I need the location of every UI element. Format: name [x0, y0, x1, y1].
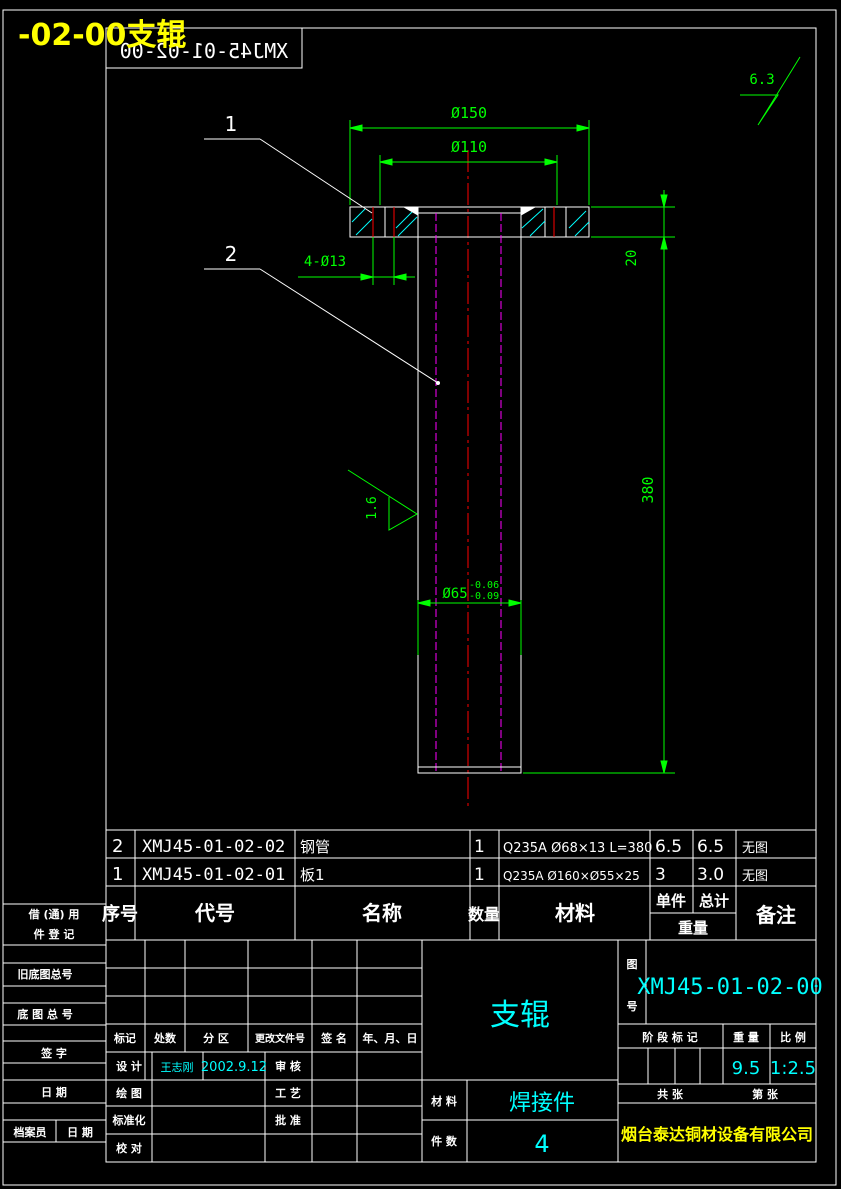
bom-row2-unit-w: 3: [655, 865, 666, 885]
tb-rev-sign: 签 名: [320, 1031, 347, 1045]
bom-header-weight: 重量: [678, 919, 708, 937]
tb-weight: 9.5: [732, 1058, 761, 1079]
left-base: 底 图 总 号: [17, 1007, 73, 1021]
left-borrow2: 件 登 记: [34, 927, 75, 941]
bom-row1-note: 无图: [742, 841, 768, 856]
tb-draw-label: 绘 图: [116, 1086, 142, 1100]
bom-row1-no: 2: [112, 836, 123, 857]
dim-tol-lower: -0.09: [469, 591, 499, 602]
roughness-value-top: 6.3: [749, 72, 774, 88]
bom-header-material: 材料: [555, 901, 595, 925]
flange: [349, 206, 590, 238]
left-date: 日 期: [41, 1085, 67, 1099]
drawing-canvas: XMJ45-01-02-00 -02-00支辊 6.3 Ø150 Ø110 4-…: [2, 9, 837, 1186]
dim-bolt-circle-text: Ø110: [451, 138, 487, 156]
tb-review-label: 审 核: [275, 1059, 301, 1073]
leader-part1: [204, 138, 373, 214]
bom-header-no: 序号: [102, 903, 138, 925]
bom-header-qty: 数量: [468, 905, 500, 924]
bom-row1-qty: 1: [474, 837, 485, 857]
bom-row2-material: Q235A Ø160×Ø55×25: [503, 869, 640, 883]
bom-row2-total-w: 3.0: [697, 865, 724, 885]
tb-weight-label: 重 量: [733, 1030, 759, 1044]
overlay-title: -02-00支辊: [18, 18, 186, 53]
tb-designer: 王志刚: [161, 1061, 194, 1074]
bom-row1-total-w: 6.5: [697, 837, 724, 857]
dim-length-text: 380: [639, 476, 657, 503]
bom-row1-name: 钢管: [300, 838, 330, 856]
tb-part-name: 支辊: [490, 998, 550, 1033]
tb-drawing-no-label1: 图: [627, 958, 638, 971]
tb-quantity-label: 件 数: [431, 1134, 458, 1148]
tb-drawing-no: XMJ45-01-02-00: [637, 975, 822, 1000]
left-old-base: 旧底图总号: [18, 967, 73, 981]
tb-company: 烟台泰达铜材设备有限公司: [621, 1125, 813, 1144]
bom-row2-code: XMJ45-01-02-01: [142, 865, 285, 885]
tb-sheet: 第 张: [752, 1087, 779, 1101]
dim-flange-thickness-text: 20: [624, 250, 640, 267]
dim-holes-text: 4-Ø13: [304, 254, 346, 270]
left-archivist: 档案员: [14, 1125, 47, 1139]
tb-rev-mark: 标记: [113, 1031, 136, 1045]
tb-rev-date: 年、月、日: [363, 1031, 418, 1045]
bom-row1-unit-w: 6.5: [655, 837, 682, 857]
tb-check-label: 校 对: [116, 1141, 142, 1155]
bom-row2-no: 1: [112, 864, 123, 885]
bom-header-note: 备注: [755, 903, 796, 927]
left-sign: 签 字: [40, 1046, 67, 1060]
tb-standard-label: 标准化: [112, 1113, 146, 1127]
tb-rev-count: 处数: [153, 1031, 177, 1045]
tb-design-label: 设 计: [116, 1059, 142, 1073]
tb-quantity: 4: [534, 1130, 549, 1158]
outer-border: [2, 9, 837, 1186]
tb-stage-label: 阶 段 标 记: [642, 1030, 698, 1044]
bom-header-total: 总计: [699, 892, 729, 910]
tb-drawing-no-label2: 号: [627, 1000, 638, 1013]
roughness-symbol-top: 6.3: [740, 56, 801, 126]
callout-part1: 1: [225, 112, 238, 136]
tb-rev-zone: 分 区: [203, 1031, 229, 1045]
bom-row2-qty: 1: [474, 865, 485, 885]
dim-shaft-dia: [417, 599, 522, 655]
shaft: [417, 212, 522, 774]
tb-scale-label: 比 例: [780, 1030, 806, 1044]
tb-rev-doc: 更改文件号: [255, 1032, 305, 1045]
tb-material: 焊接件: [509, 1091, 575, 1116]
tb-material-label: 材 料: [431, 1094, 457, 1108]
bom-row2-name: 板1: [300, 866, 325, 884]
dim-tol-upper: -0.06: [469, 580, 499, 591]
leader-part2: [204, 268, 440, 385]
callout-part2: 2: [225, 242, 238, 266]
tb-total-sheets: 共 张: [657, 1087, 684, 1101]
bom-header-code: 代号: [194, 901, 235, 925]
tb-scale: 1:2.5: [770, 1058, 816, 1079]
roughness-symbol-shaft: [347, 469, 418, 531]
dim-shaft-dia-text: Ø65: [442, 586, 467, 602]
bom-row2-note: 无图: [742, 869, 768, 884]
bom-row1-material: Q235A Ø68×13 L=380: [503, 841, 652, 856]
bom-row1-code: XMJ45-01-02-02: [142, 837, 285, 857]
tb-approve-label: 批 准: [275, 1113, 301, 1127]
tb-design-date: 2002.9.12: [201, 1060, 267, 1075]
roughness-value-shaft: 1.6: [365, 496, 380, 519]
left-archivist-date: 日 期: [67, 1125, 93, 1139]
dim-flange-od-text: Ø150: [451, 104, 487, 122]
dim-length: [523, 237, 675, 774]
left-borrow1: 借 (通) 用: [28, 907, 80, 921]
bom-header-unit: 单件: [656, 892, 686, 910]
tb-process-label: 工 艺: [275, 1086, 301, 1100]
bom-header-name: 名称: [362, 901, 402, 925]
